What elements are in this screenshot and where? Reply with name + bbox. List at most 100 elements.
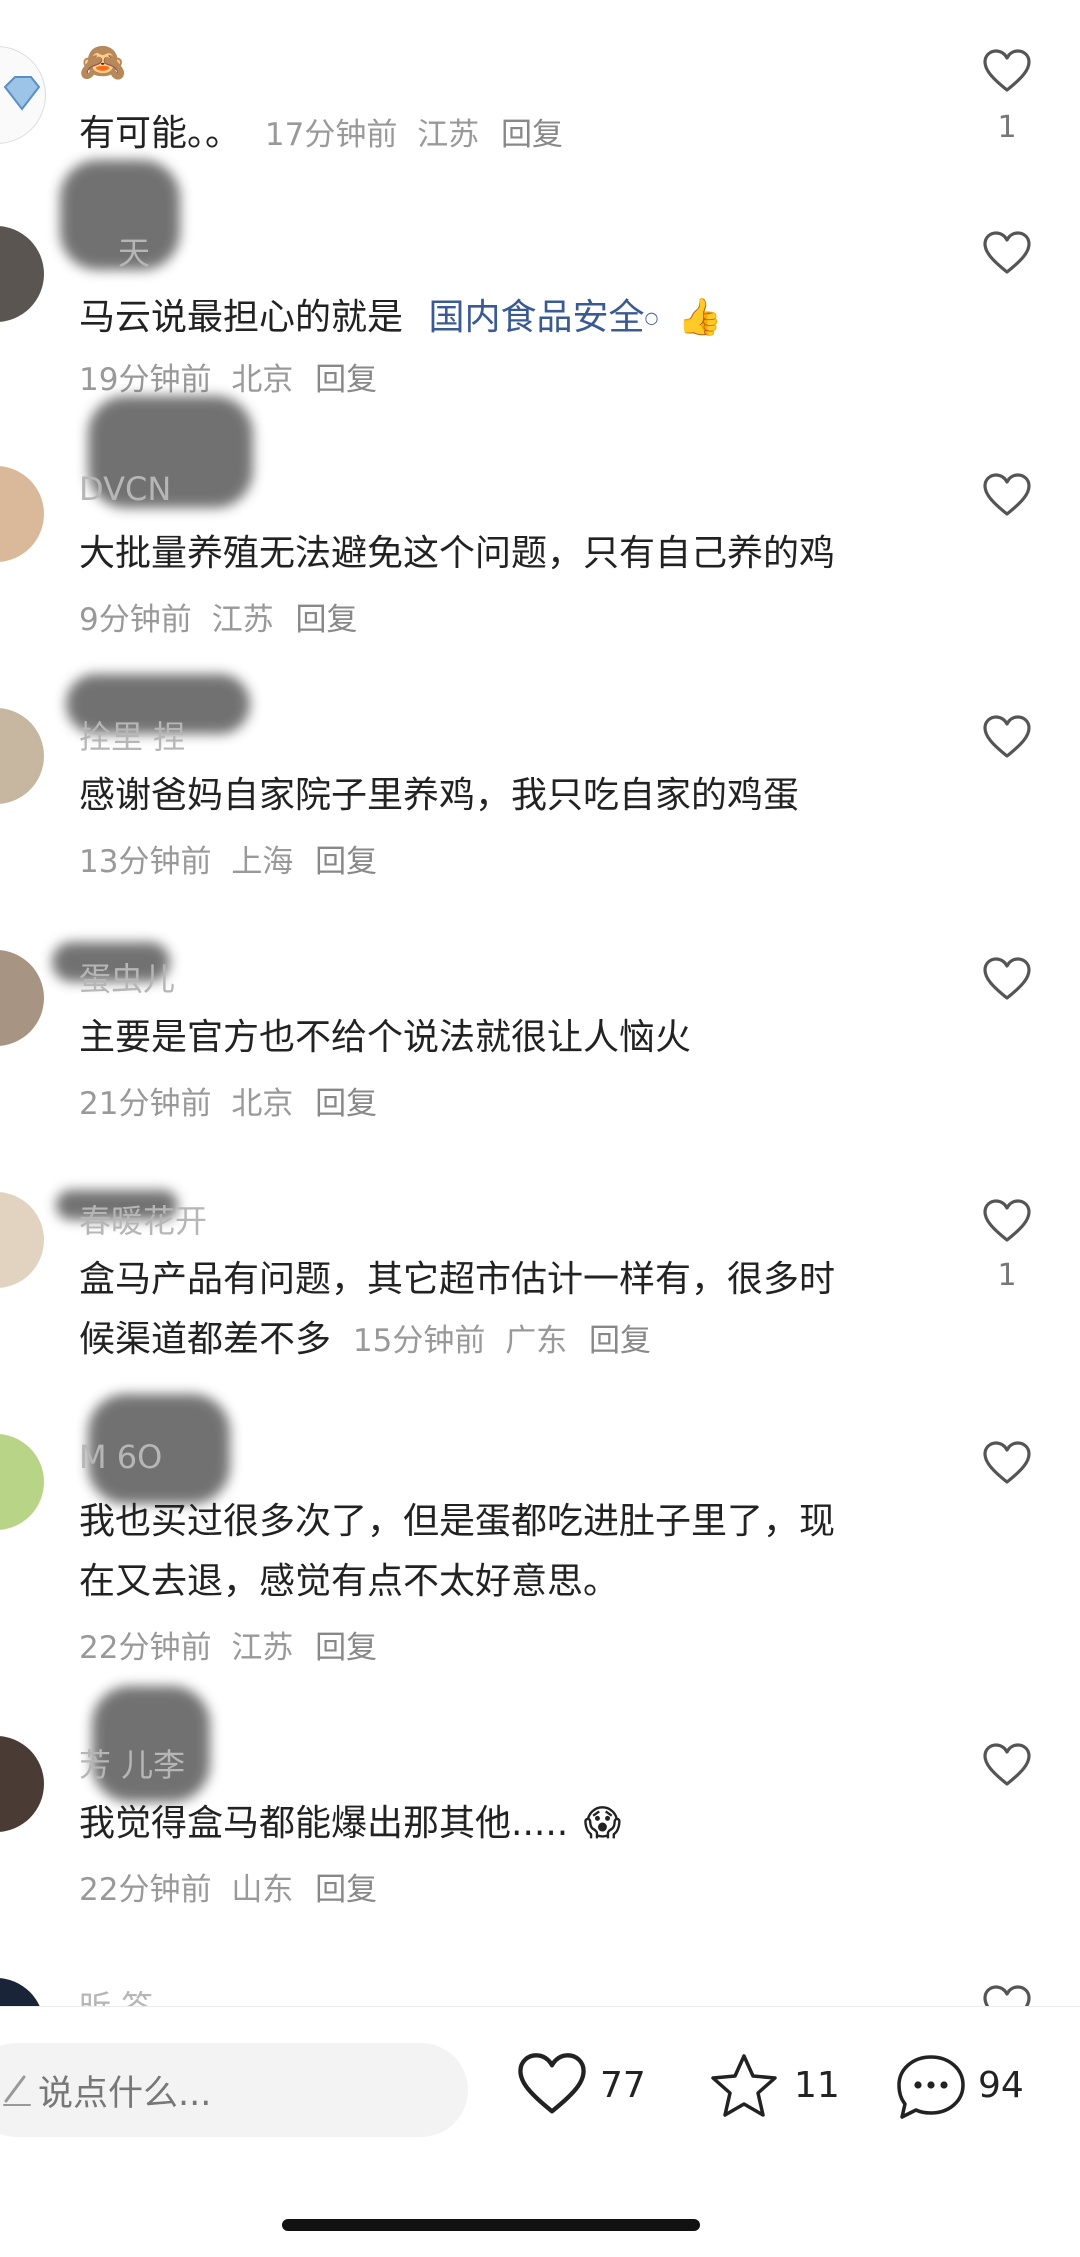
comment-body-line: 候渠道都差不多 15分钟前 广东 回复: [79, 1310, 651, 1362]
comment-username: 拴里 捏: [79, 718, 186, 756]
reply-button[interactable]: 回复: [315, 844, 377, 880]
comment-item: M 6O 我也买过很多次了，但是蛋都吃进肚子里了，现 在又去退，感觉有点不太好意…: [0, 1364, 1080, 1666]
comment-username: 蛋虫儿: [79, 960, 176, 998]
comment-text: 感谢爸妈自家院子里养鸡，我只吃自家的鸡蛋: [79, 775, 800, 816]
comment-meta: 9分钟前 江苏 回复: [79, 594, 357, 639]
comment-location: 上海: [231, 844, 294, 880]
comment-item: 蛋虫儿 主要是官方也不给个说法就很让人恼火 21分钟前 北京 回复: [0, 880, 1080, 1122]
comment-username: 春暖花开: [79, 1202, 208, 1240]
avatar[interactable]: [0, 1192, 44, 1288]
reply-button[interactable]: 回复: [315, 362, 377, 398]
like-count: 1: [997, 110, 1017, 145]
comment-item: 昕 答: [0, 1948, 1080, 2006]
comment-username: 昕 答: [79, 1982, 153, 2006]
comment-location: 北京: [231, 362, 294, 398]
home-indicator[interactable]: [282, 2219, 700, 2231]
comment-location: 江苏: [231, 1630, 294, 1666]
comment-time: 21分钟前: [79, 1086, 212, 1122]
bottom-action-bar: 说点什么... 77 11 94: [0, 2006, 1080, 2257]
comment-username: 芳 儿李: [79, 1746, 186, 1784]
like-count: 1: [997, 1258, 1017, 1293]
comment-username: M 6O: [79, 1438, 163, 1476]
comment-item: 天 马云说最担心的就是 国内食品安全○ 👍 19分钟前 北京 回复: [0, 154, 1080, 399]
favorite-count: 11: [794, 2065, 840, 2106]
avatar[interactable]: [0, 950, 44, 1046]
comment-item: 拴里 捏 感谢爸妈自家院子里养鸡，我只吃自家的鸡蛋 13分钟前 上海 回复: [0, 638, 1080, 880]
comment-item: 芳 儿李 我觉得盒马都能爆出那其他..... 😱 22分钟前 山东 回复: [0, 1666, 1080, 1908]
comment-location: 江苏: [211, 602, 274, 638]
comment-location: 山东: [231, 1872, 294, 1908]
reply-button[interactable]: 回复: [315, 1630, 377, 1666]
comment-time: 9分钟前: [79, 602, 192, 638]
like-heart-icon[interactable]: [982, 956, 1032, 1002]
comment-text-line: 在又去退，感觉有点不太好意思。: [79, 1561, 620, 1602]
comment-time: 15分钟前: [352, 1323, 486, 1359]
search-link[interactable]: 国内食品安全: [428, 297, 644, 338]
avatar[interactable]: [0, 1434, 44, 1530]
like-heart-icon[interactable]: [982, 1984, 1032, 2006]
comment-time: 22分钟前: [79, 1630, 212, 1666]
reply-button[interactable]: 回复: [315, 1872, 377, 1908]
like-heart-icon[interactable]: [982, 714, 1032, 760]
comment-meta: 19分钟前 北京 回复: [79, 354, 377, 399]
comment-emoji: 🙈: [79, 40, 127, 84]
comment-meta: 21分钟前 北京 回复: [79, 1078, 377, 1123]
comment-text: 马云说最担心的就是: [79, 297, 404, 338]
like-heart-icon[interactable]: [982, 48, 1032, 94]
comment-count: 94: [978, 2065, 1024, 2106]
like-heart-icon[interactable]: [982, 230, 1032, 276]
avatar[interactable]: [0, 46, 46, 144]
comment-username: 天: [118, 234, 151, 272]
comment-item: DVCN 大批量养殖无法避免这个问题，只有自己养的鸡 9分钟前 江苏 回复: [0, 396, 1080, 638]
avatar[interactable]: [0, 1736, 44, 1832]
comment-time: 22分钟前: [79, 1872, 212, 1908]
comment-bubble-icon: [897, 2055, 965, 2119]
reply-button[interactable]: 回复: [315, 1086, 377, 1122]
comment-input-placeholder: 说点什么...: [38, 2074, 212, 2114]
comment-time: 17分钟前: [264, 117, 398, 153]
comment-meta: 13分钟前 上海 回复: [79, 836, 377, 881]
like-count: 77: [600, 2065, 646, 2106]
heart-icon: [518, 2053, 586, 2114]
comment-text-block: 我觉得盒马都能爆出那其他..... 😱: [79, 1794, 909, 1854]
comment-location: 江苏: [417, 117, 480, 153]
avatar[interactable]: [0, 1978, 44, 2006]
like-button[interactable]: 77: [516, 2051, 656, 2131]
avatar[interactable]: [0, 708, 44, 804]
comment-text: 我觉得盒马都能爆出那其他.....: [79, 1803, 569, 1844]
comment-location: 广东: [505, 1323, 568, 1359]
like-heart-icon[interactable]: [982, 1198, 1032, 1244]
comment-emoji: 😱: [583, 1803, 622, 1844]
comment-body: 有可能。。 17分钟前 江苏 回复: [79, 104, 563, 156]
comment-emoji: 👍: [677, 297, 723, 338]
comment-meta: 22分钟前 江苏 回复: [79, 1622, 377, 1667]
comment-text: 有可能。。: [79, 113, 242, 154]
star-icon: [711, 2054, 777, 2117]
like-heart-icon[interactable]: [982, 472, 1032, 518]
reply-button[interactable]: 回复: [501, 117, 563, 153]
favorite-button[interactable]: 11: [708, 2051, 840, 2131]
reply-button[interactable]: 回复: [295, 602, 357, 638]
reply-button[interactable]: 回复: [589, 1323, 651, 1359]
comment-item: 春暖花开 盒马产品有问题，其它超市估计一样有，很多时 候渠道都差不多 15分钟前…: [0, 1122, 1080, 1364]
comment-location: 北京: [231, 1086, 294, 1122]
comment-username: DVCN: [79, 470, 172, 508]
comment-time: 13分钟前: [79, 844, 212, 880]
diamond-icon: [3, 76, 41, 111]
avatar[interactable]: [0, 466, 44, 562]
comment-text-block: 马云说最担心的就是 国内食品安全○ 👍: [79, 288, 909, 348]
like-heart-icon[interactable]: [982, 1742, 1032, 1788]
search-icon[interactable]: ○: [644, 308, 658, 327]
like-heart-icon[interactable]: [982, 1440, 1032, 1486]
comment-input[interactable]: 说点什么...: [0, 2043, 468, 2137]
comment-time: 19分钟前: [79, 362, 212, 398]
comment-text-line: 盒马产品有问题，其它超市估计一样有，很多时: [79, 1259, 836, 1300]
comment-text-line: 我也买过很多次了，但是蛋都吃进肚子里了，现: [79, 1501, 836, 1542]
comment-text: 大批量养殖无法避免这个问题，只有自己养的鸡: [79, 533, 836, 574]
comment-text-line: 候渠道都差不多: [79, 1319, 332, 1360]
pen-icon: [3, 2075, 31, 2106]
comment-meta: 22分钟前 山东 回复: [79, 1864, 377, 1909]
comment-button[interactable]: 94: [894, 2051, 1034, 2131]
avatar[interactable]: [0, 226, 44, 322]
comment-text: 主要是官方也不给个说法就很让人恼火: [79, 1017, 692, 1058]
